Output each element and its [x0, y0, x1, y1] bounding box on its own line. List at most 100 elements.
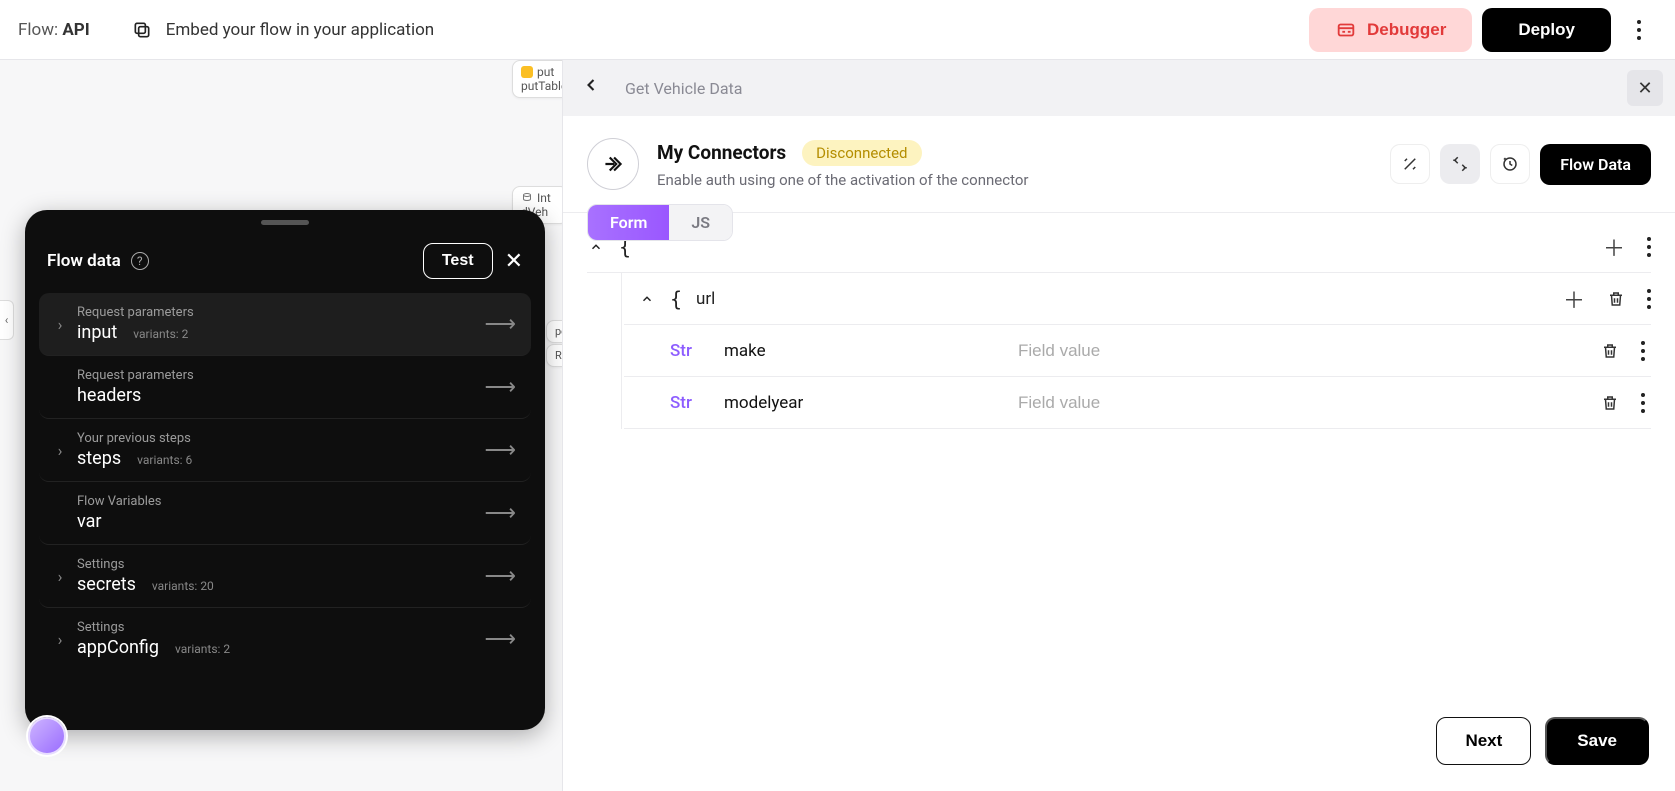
deploy-button[interactable]: Deploy [1482, 8, 1611, 52]
left-drawer-toggle[interactable]: ‹ [0, 300, 14, 340]
node2a-text: Int [537, 191, 551, 205]
trash-icon[interactable] [1607, 290, 1625, 308]
fd-name: var [77, 511, 101, 532]
fd-name: input [77, 322, 117, 343]
connector-icon [600, 151, 626, 177]
chevron-right-icon: › [58, 630, 63, 649]
next-label: Next [1465, 731, 1502, 750]
breadcrumb: Get Vehicle Data [625, 79, 742, 98]
help-icon[interactable]: ? [131, 252, 149, 270]
save-label: Save [1577, 731, 1617, 750]
arrow-right-icon: ⟶ [484, 375, 515, 400]
topbar-left: Flow: API Embed your flow in your applic… [18, 20, 434, 40]
db-icon [521, 192, 533, 204]
test-button[interactable]: Test [423, 243, 493, 279]
fd-variants: variants: 2 [133, 327, 188, 341]
flow-title: Flow: API [18, 20, 90, 40]
deploy-label: Deploy [1518, 20, 1575, 40]
chevron-left-icon [581, 75, 601, 95]
add-url-field-button[interactable]: ＋ [1563, 283, 1585, 315]
fd-sub: Settings [77, 620, 230, 635]
fd-sub: Request parameters [77, 368, 194, 383]
debugger-icon [1335, 19, 1357, 41]
chevron-right-icon: › [58, 315, 63, 334]
flow-data-list: › Request parameters input variants: 2 ⟶… [25, 293, 545, 713]
tree-collapse-url[interactable] [638, 292, 656, 306]
type-tag[interactable]: Str [670, 393, 700, 413]
arrow-right-icon: ⟶ [484, 501, 515, 526]
flow-data-title: Flow data [47, 251, 121, 271]
chevron-right-icon: › [58, 441, 63, 460]
debugger-label: Debugger [1367, 20, 1446, 40]
type-tag[interactable]: Str [670, 341, 700, 361]
tree-leaf-modelyear: Str modelyear [624, 377, 1651, 429]
topbar-menu-button[interactable] [1621, 12, 1657, 48]
db-icon [521, 66, 533, 78]
fd-sub: Settings [77, 557, 214, 572]
fd-name: secrets [77, 574, 136, 595]
flow-data-item-input[interactable]: › Request parameters input variants: 2 ⟶ [39, 293, 531, 356]
tree-collapse-root[interactable] [587, 240, 605, 254]
leaf-menu[interactable] [1641, 393, 1645, 413]
add-root-button[interactable]: ＋ [1603, 231, 1625, 263]
tab-js[interactable]: JS [669, 205, 732, 240]
debugger-button[interactable]: Debugger [1309, 8, 1472, 52]
close-panel-button[interactable]: ✕ [1627, 70, 1663, 106]
leaf-value-input[interactable] [1018, 341, 1577, 361]
embed-copy-icon [132, 20, 152, 40]
main-panel-header: Get Vehicle Data ✕ [563, 60, 1675, 116]
assistant-badge[interactable] [28, 717, 66, 755]
fd-sub: Flow Variables [77, 494, 162, 509]
save-button[interactable]: Save [1545, 717, 1649, 765]
leaf-key[interactable]: modelyear [724, 393, 994, 413]
clock-icon [1501, 155, 1519, 173]
flow-data-item-appconfig[interactable]: › Settings appConfig variants: 2 ⟶ [39, 608, 531, 670]
arrow-right-icon: ⟶ [484, 627, 515, 652]
bottom-actions: Next Save [563, 697, 1675, 791]
dots-vertical-icon [1637, 20, 1641, 40]
embed-link[interactable]: Embed your flow in your application [132, 20, 434, 40]
collapse-icon [1451, 155, 1469, 173]
tree-row-root: { ＋ [587, 221, 1651, 273]
flow-data-btn-label: Flow Data [1560, 155, 1631, 174]
sparkle-icon [1401, 155, 1419, 173]
tree-body: { ＋ { url ＋ Str make [563, 211, 1675, 697]
drag-handle[interactable] [261, 220, 309, 225]
url-label: url [696, 289, 715, 309]
arrow-right-icon: ⟶ [484, 438, 515, 463]
tab-form[interactable]: Form [588, 205, 669, 240]
brace-icon: { [670, 287, 682, 311]
tab-js-label: JS [691, 213, 710, 232]
flow-data-item-steps[interactable]: › Your previous steps steps variants: 6 … [39, 419, 531, 482]
flow-data-item-var[interactable]: Flow Variables var ⟶ [39, 482, 531, 545]
main-panel: Get Vehicle Data ✕ My Connectors Disconn… [562, 60, 1675, 791]
view-tabs: Form JS [587, 204, 733, 241]
close-icon[interactable]: ✕ [505, 249, 523, 274]
trash-icon[interactable] [1601, 342, 1619, 360]
node1b-text: putTable [521, 79, 563, 93]
flow-data-panel: Flow data ? Test ✕ › Request parameters … [25, 210, 545, 730]
tree-url-menu[interactable] [1647, 289, 1651, 309]
close-icon: ✕ [1637, 78, 1652, 99]
embed-text: Embed your flow in your application [166, 20, 434, 40]
topbar: Flow: API Embed your flow in your applic… [0, 0, 1675, 60]
next-button[interactable]: Next [1436, 717, 1531, 765]
leaf-menu[interactable] [1641, 341, 1645, 361]
trash-icon[interactable] [1601, 394, 1619, 412]
node1a-text: put [537, 65, 554, 79]
fd-sub: Your previous steps [77, 431, 192, 446]
back-button[interactable] [581, 75, 601, 101]
test-label: Test [442, 252, 474, 269]
leaf-key[interactable]: make [724, 341, 994, 361]
flow-data-item-headers[interactable]: Request parameters headers ⟶ [39, 356, 531, 419]
arrow-right-icon: ⟶ [484, 312, 515, 337]
flow-data-item-secrets[interactable]: › Settings secrets variants: 20 ⟶ [39, 545, 531, 608]
chevron-right-icon: › [58, 567, 63, 586]
chevron-up-icon [640, 292, 654, 306]
fd-sub: Request parameters [77, 305, 194, 320]
fd-variants: variants: 6 [137, 453, 192, 467]
topbar-right: Debugger Deploy [1309, 8, 1657, 52]
leaf-value-input[interactable] [1018, 393, 1577, 413]
fd-variants: variants: 20 [152, 579, 214, 593]
tree-root-menu[interactable] [1647, 237, 1651, 257]
